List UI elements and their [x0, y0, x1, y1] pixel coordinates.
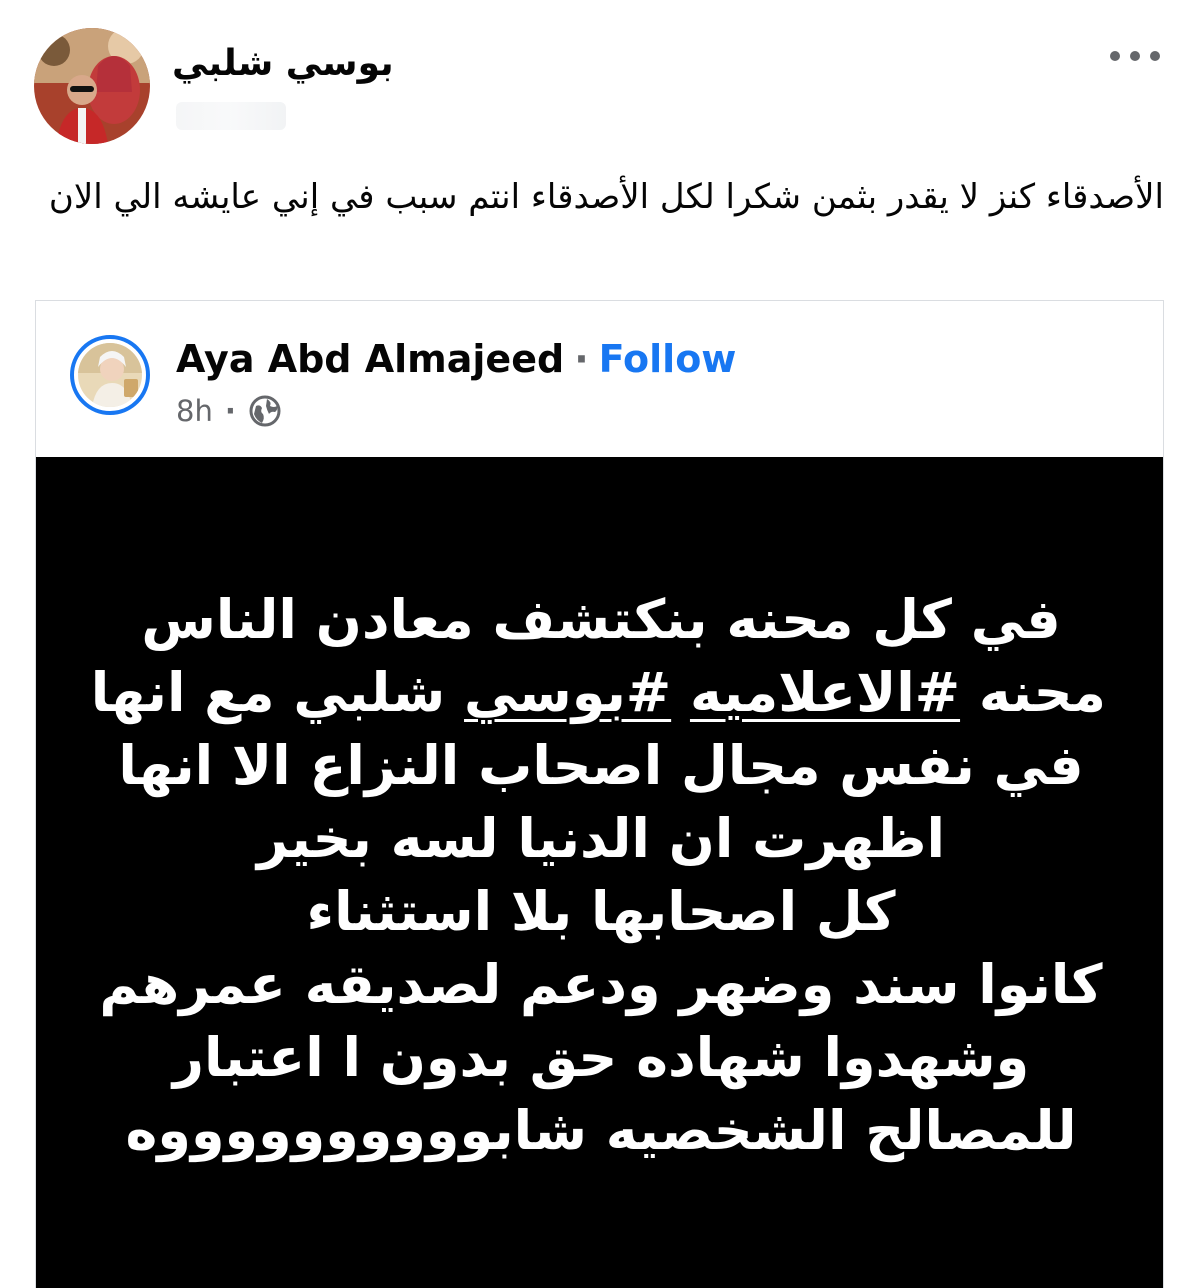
quote-line: في كل محنه بنكتشف معادن الناس [141, 588, 1061, 651]
shared-post-header: Aya Abd Almajeed · Follow 8h · [36, 301, 1163, 457]
shared-post-meta: 8h · [176, 391, 282, 431]
more-horizontal-icon [1110, 51, 1120, 61]
facebook-post: بوسي شلبي الأصدقاء كنز لا يقدر بثمن شكرا… [0, 0, 1200, 1288]
globe-icon[interactable] [248, 394, 282, 428]
quote-line: كل اصحابها بلا استثناء [306, 880, 896, 943]
name-separator: · [574, 337, 589, 381]
quote-image[interactable]: في كل محنه بنكتشف معادن الناس محنه #الاع… [36, 457, 1163, 1288]
post-caption: الأصدقاء كنز لا يقدر بثمن شكرا لكل الأصد… [48, 177, 1164, 217]
quote-line: كانوا سند وضهر ودعم لصديقه عمرهم [99, 953, 1103, 1016]
shared-author-avatar[interactable] [70, 335, 150, 415]
quote-line: اظهرت ان الدنيا لسه بخير [256, 807, 946, 870]
shared-post-card[interactable]: Aya Abd Almajeed · Follow 8h · في كل محنه … [35, 300, 1164, 1288]
author-avatar[interactable] [34, 28, 150, 144]
post-timestamp [176, 102, 286, 130]
quote-line: للمصالح الشخصيه شابووووووووووه [125, 1099, 1077, 1162]
quote-line-with-hashtags: محنه #الاعلاميه #بوسي شلبي مع انها [90, 661, 1106, 724]
meta-separator: · [224, 394, 236, 428]
shared-author-name[interactable]: Aya Abd Almajeed [176, 337, 564, 381]
quote-text: في كل محنه بنكتشف معادن الناس محنه #الاع… [90, 583, 1106, 1167]
author-name[interactable]: بوسي شلبي [172, 40, 394, 88]
quote-line: في نفس مجال اصحاب النزاع الا انها [118, 734, 1084, 797]
follow-button[interactable]: Follow [599, 337, 737, 381]
hashtag-link[interactable]: #بوسي [464, 661, 671, 724]
hashtag-link[interactable]: #الاعلاميه [690, 661, 960, 724]
shared-author-row: Aya Abd Almajeed · Follow [176, 335, 736, 383]
quote-line: وشهدوا شهاده حق بدون ا اعتبار [172, 1026, 1030, 1089]
post-header: بوسي شلبي [0, 0, 1200, 160]
more-options-button[interactable] [1110, 38, 1160, 74]
shared-post-time[interactable]: 8h [176, 394, 213, 428]
